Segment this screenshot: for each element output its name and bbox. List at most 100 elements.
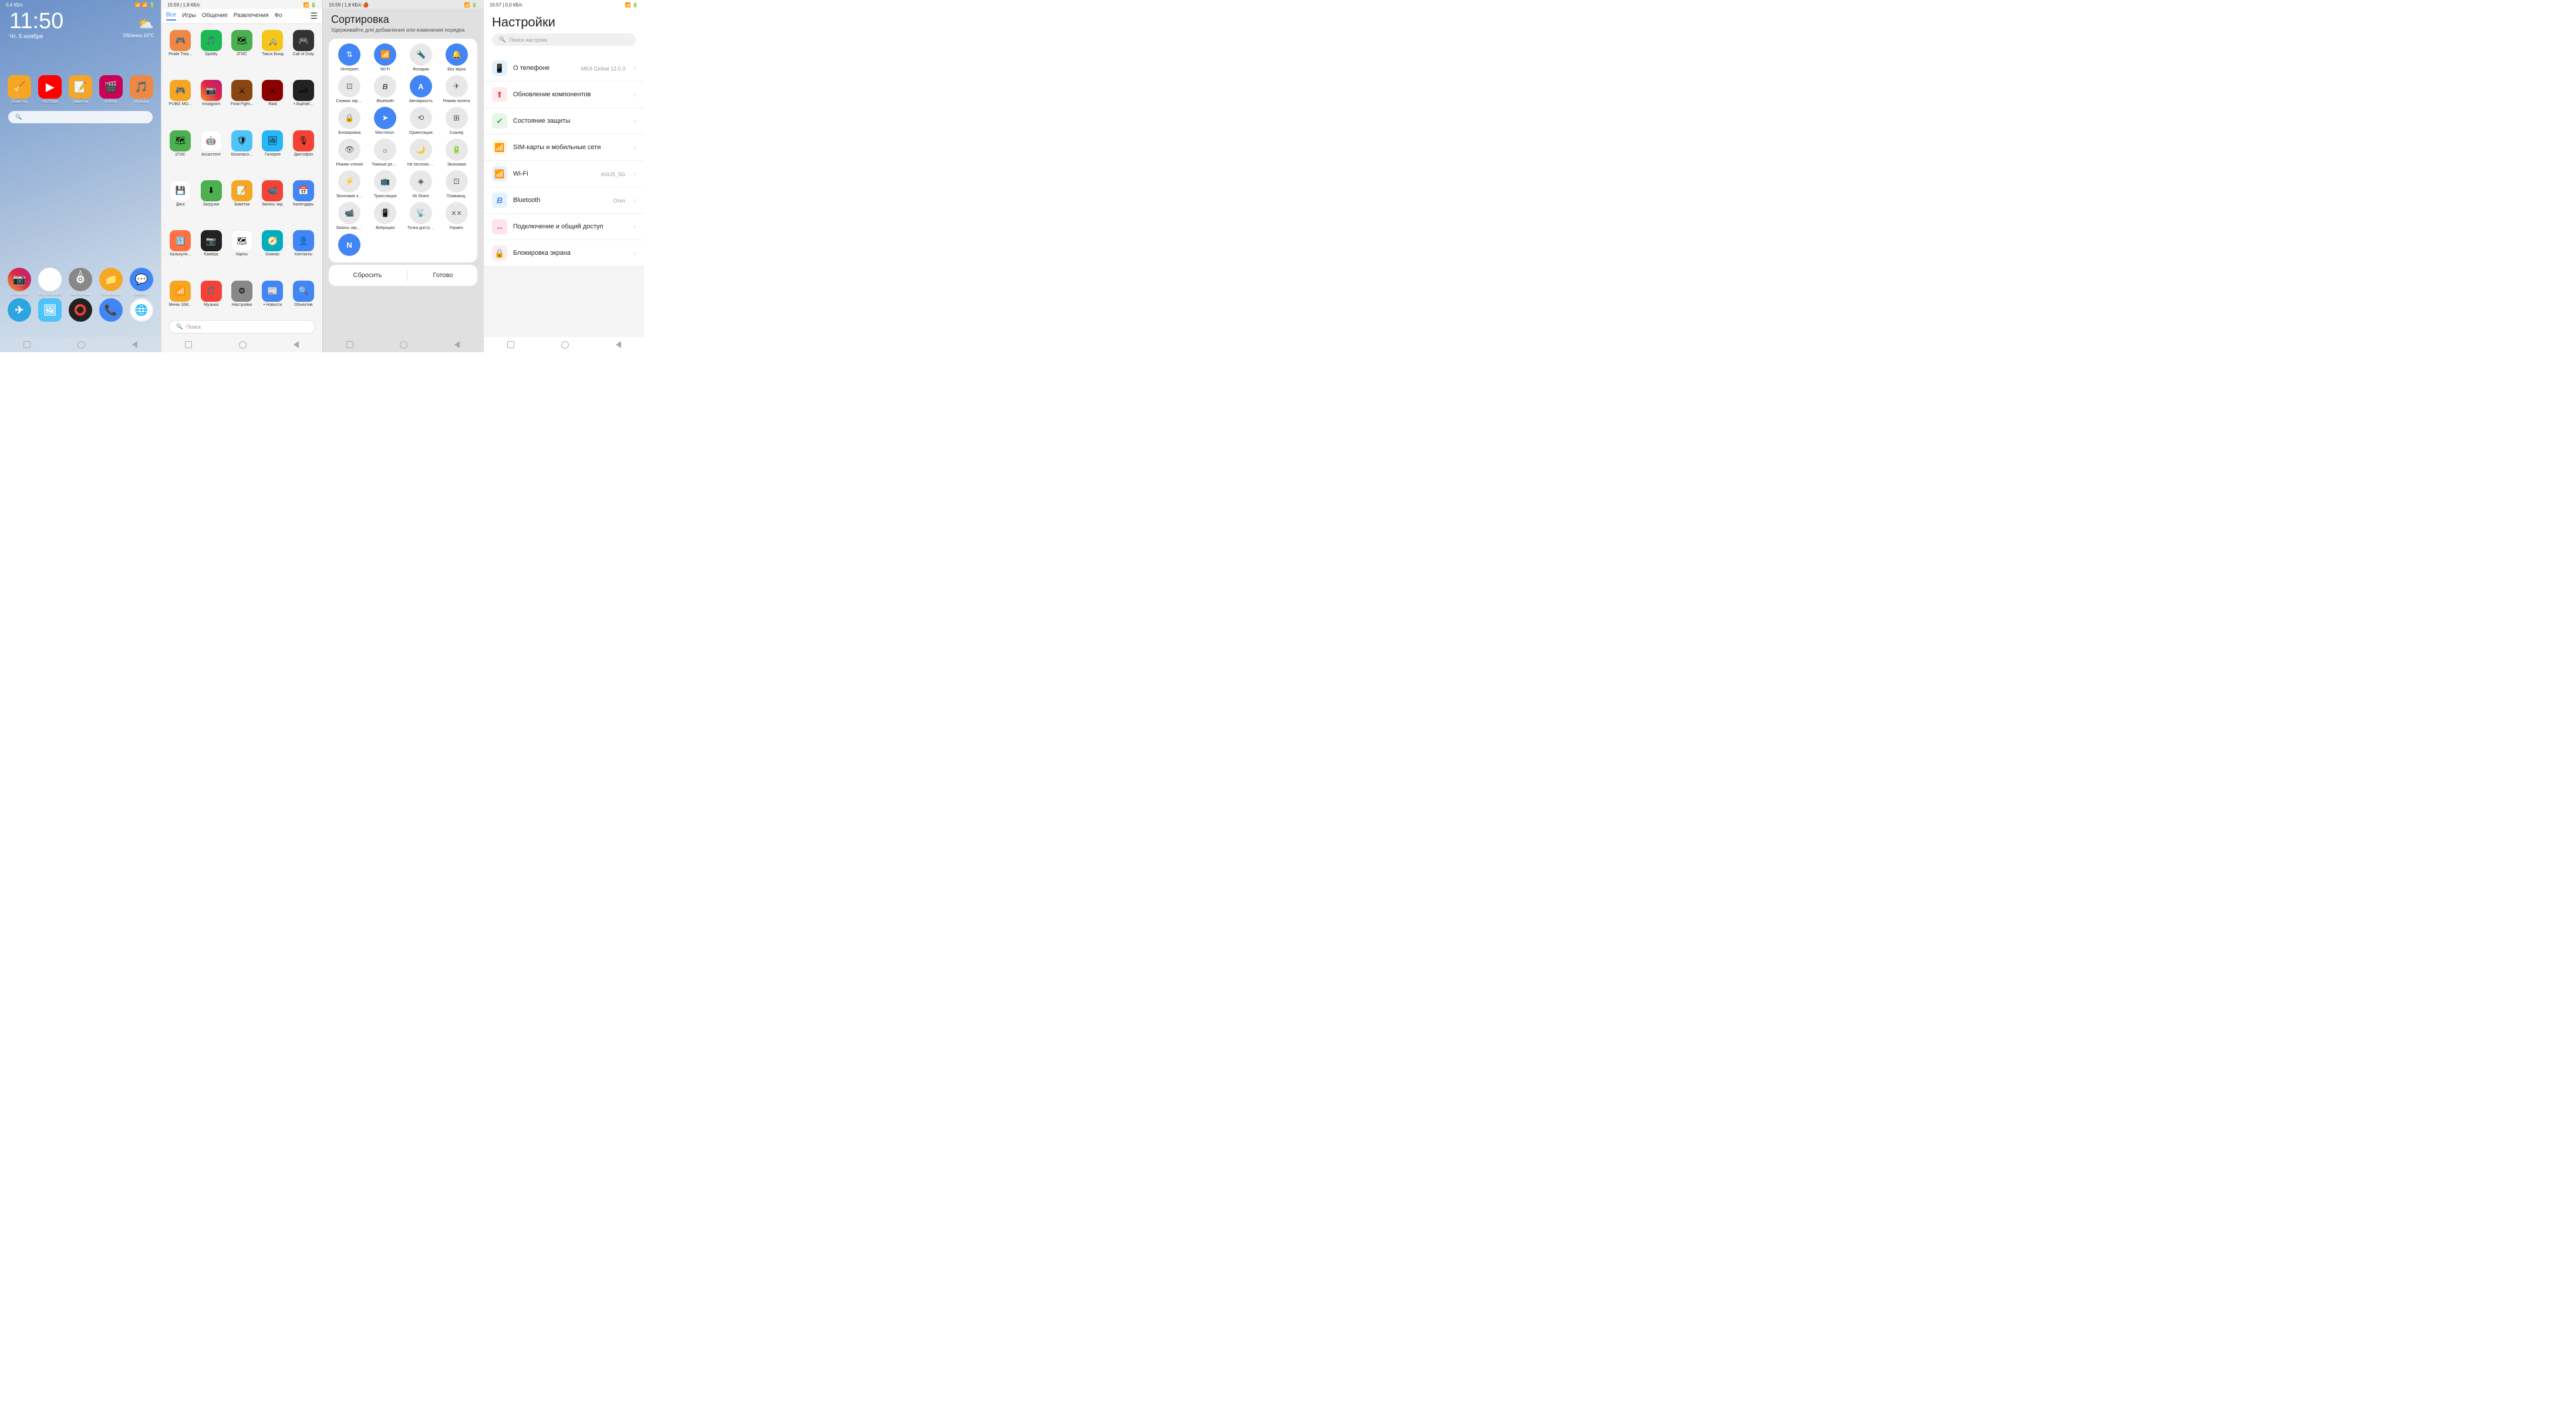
qs-location[interactable]: ➤ Местопол. [369, 107, 402, 135]
qs-dnd[interactable]: 🌙 Не беспокоить [405, 139, 437, 167]
dock-telegram[interactable]: ✈ [6, 298, 32, 322]
tab-photo[interactable]: Фо [275, 12, 282, 20]
app-assistant[interactable]: 🤖Ассистент [197, 128, 225, 176]
app-instagram[interactable]: 📷Instagram [197, 77, 225, 125]
nav-home-btn[interactable] [77, 341, 85, 349]
settings-search-bar[interactable]: 🔍 Поиск настроек [492, 33, 636, 46]
qs-screenrecord[interactable]: 📹 Запись экрана [333, 202, 366, 230]
tab-all[interactable]: Все [166, 12, 176, 21]
qs-torch[interactable]: 🔦 Фонарик [405, 43, 437, 72]
qs-autobright[interactable]: A Автояркость [405, 75, 437, 103]
app-taxi[interactable]: 🚕Такси Бонд [258, 28, 286, 75]
app-pubg[interactable]: 🎮PUBG MO... [166, 77, 194, 125]
app-gallery[interactable]: 🖼Галерея [258, 128, 286, 176]
dock-photos[interactable]: 🖼 [37, 298, 63, 322]
app-asphalt[interactable]: 🏎• Asphalt... [289, 77, 318, 125]
app-contacts[interactable]: 👤Контакты [289, 228, 318, 275]
nav-recent-btn-3[interactable] [346, 341, 353, 348]
qs-screenshot[interactable]: ⊡ Снимок экрана [333, 75, 366, 103]
app-music[interactable]: 🎵 Музыка [129, 75, 154, 104]
nav-back-btn-4[interactable] [616, 341, 621, 348]
qs-airplane[interactable]: ✈ Режим полета [440, 75, 473, 103]
qs-mishare[interactable]: ◈ Mi Share [405, 170, 437, 198]
app-camera[interactable]: 📷Камера [197, 228, 225, 275]
reset-button[interactable]: Сбросить [342, 269, 394, 281]
settings-item-connection[interactable]: ↔ Подключение и общий доступ › [484, 214, 644, 240]
qs-darkmode[interactable]: ☼ Темный режим [369, 139, 402, 167]
qs-lock[interactable]: 🔒 Блокировка [333, 107, 366, 135]
nav-home-btn-3[interactable] [400, 341, 407, 349]
qs-silent[interactable]: 🔔 Без звука [440, 43, 473, 72]
qs-reading[interactable]: 👁 Режим чтения [333, 139, 366, 167]
dock-chrome[interactable]: 🌐 [129, 298, 154, 322]
settings-item-sim[interactable]: 📶 SIM-карты и мобильные сети › [484, 134, 644, 161]
nav-recent-btn[interactable] [23, 341, 31, 348]
status-right-2: 📶 🔋 [304, 2, 316, 8]
nav-home-btn-4[interactable] [561, 341, 569, 349]
qs-cast[interactable]: 📺 Трансляция [369, 170, 402, 198]
app-youtube[interactable]: ▶ YouTube [37, 75, 63, 104]
app-screenrec[interactable]: 📹Запись экр. [258, 178, 286, 225]
qs-icon-bluetooth: B [374, 75, 396, 97]
app-cleaner[interactable]: 🧹 Очистка [6, 75, 32, 104]
qs-wifi[interactable]: 📶 Wi-Fi [369, 43, 402, 72]
app-maps[interactable]: 🗺Карты [228, 228, 256, 275]
chevron-sim: › [633, 143, 636, 151]
qs-hotspot[interactable]: 📡 Точка доступа [405, 202, 437, 230]
app-compass[interactable]: 🧭Компас [258, 228, 286, 275]
nav-back-btn-3[interactable] [454, 341, 460, 348]
settings-item-update[interactable]: ⬆ Обновление компонентов › [484, 82, 644, 108]
qs-scanner[interactable]: ⊞ Сканер [440, 107, 473, 135]
app-calc[interactable]: 🔢Калькуля... [166, 228, 194, 275]
settings-item-about[interactable]: 📱 О телефоне MIUI Global 12.0.3 › [484, 55, 644, 82]
app-downloads[interactable]: ⬇Загрузки [197, 178, 225, 225]
settings-item-security[interactable]: ✔ Состояние защиты › [484, 108, 644, 134]
nav-recent-btn-2[interactable] [185, 341, 192, 348]
app-notes[interactable]: 📝 Заметки [68, 75, 93, 104]
app-finalfight[interactable]: ⚔Final Fight... [228, 77, 256, 125]
nav-back-btn[interactable] [132, 341, 137, 348]
app-inshot[interactable]: 🎬 InShot [98, 75, 124, 104]
qs-internet[interactable]: ⇅ Интернет [333, 43, 366, 72]
tab-games[interactable]: Игры [182, 12, 196, 20]
qs-powersave[interactable]: ⚡ Экономия эне.. [333, 170, 366, 198]
nav-home-btn-2[interactable] [239, 341, 247, 349]
app-2gis2[interactable]: 🗺2ГИС [166, 128, 194, 176]
dock-camera[interactable]: ⭕ [68, 298, 93, 322]
app-notes2[interactable]: 📝Заметки [228, 178, 256, 225]
qs-battery[interactable]: 🔋 Экономия [440, 139, 473, 167]
tab-entertainment[interactable]: Развлечения [234, 12, 269, 20]
qs-float[interactable]: ⊡ Плавающ. [440, 170, 473, 198]
nav-recent-btn-4[interactable] [507, 341, 514, 348]
qs-control[interactable]: ✕✕ Управл. [440, 202, 473, 230]
app-recorder[interactable]: 🎙Диктофон [289, 128, 318, 176]
dock-phone[interactable]: 📞 [98, 298, 124, 322]
chevron-security: › [633, 117, 636, 125]
qs-icon-silent: 🔔 [446, 43, 468, 66]
app-raid[interactable]: ⚔Raid [258, 77, 286, 125]
app-security[interactable]: 🛡Безопасн... [228, 128, 256, 176]
settings-item-lockscreen[interactable]: 🔒 Блокировка экрана › [484, 240, 644, 267]
app-cod[interactable]: 🎮Call of Duty [289, 28, 318, 75]
qs-rotation[interactable]: ⟲ Ориентация [405, 107, 437, 135]
done-button[interactable]: Готово [421, 269, 464, 281]
search-field[interactable]: 🔍 Поиск [168, 320, 315, 333]
app-icon-youtube: ▶ [38, 75, 62, 99]
settings-item-wifi[interactable]: 📶 Wi-Fi ASUS_5G › [484, 161, 644, 187]
app-spotify[interactable]: 🎵Spotify [197, 28, 225, 75]
nav-back-btn-2[interactable] [294, 341, 299, 348]
qs-nfc[interactable]: N [338, 234, 360, 258]
settings-item-bluetooth[interactable]: B Bluetooth Откл › [484, 187, 644, 214]
qs-icon-cast: 📺 [374, 170, 396, 193]
clock-date: Чт. 5 ноября [0, 33, 63, 40]
tab-menu-icon[interactable]: ☰ [310, 11, 318, 21]
qs-bluetooth[interactable]: B Bluetooth [369, 75, 402, 103]
app-2gis[interactable]: 🗺2ГИС [228, 28, 256, 75]
app-calendar[interactable]: 📅Календарь [289, 178, 318, 225]
dock-row-2: ✈ 🖼 ⭕ 📞 🌐 [6, 298, 155, 322]
qs-vibration[interactable]: 📳 Вибрация [369, 202, 402, 230]
search-bar[interactable]: 🔍 [8, 111, 153, 123]
app-drive[interactable]: 💾Диск [166, 178, 194, 225]
app-pirate[interactable]: 🎮Pirate Trea... [166, 28, 194, 75]
tab-social[interactable]: Общение [202, 12, 228, 20]
